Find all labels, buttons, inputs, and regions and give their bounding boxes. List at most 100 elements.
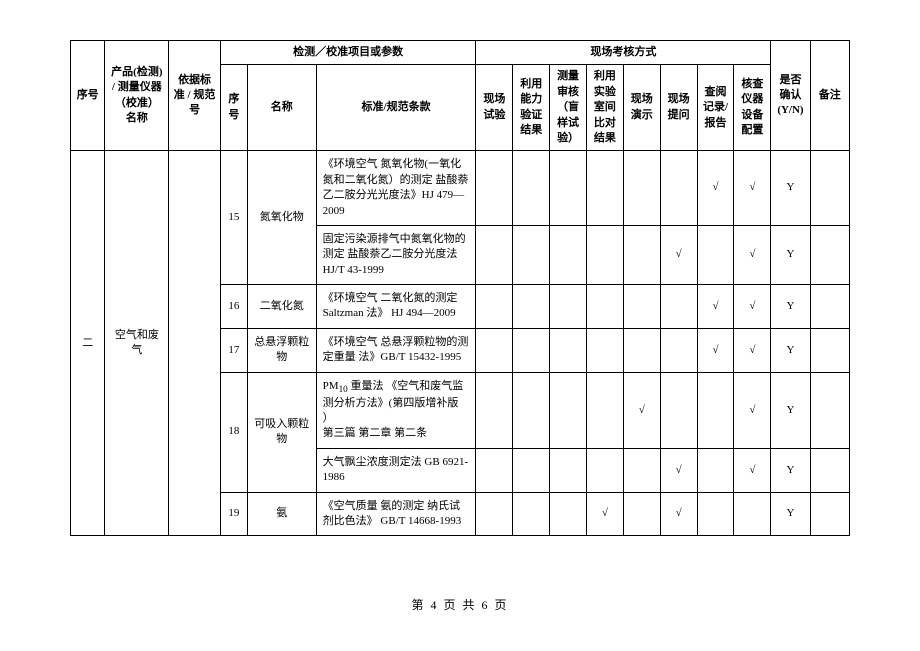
- cell-m4: [587, 448, 624, 492]
- cell-standard: PM10 重量法 《空气和废气监测分析方法》(第四版增补版 ）第三篇 第二章 第…: [316, 372, 476, 448]
- cell-m5: [623, 225, 660, 284]
- section-basis: [169, 151, 221, 536]
- hdr-m2: 利用能力验证结果: [513, 65, 550, 151]
- hdr-confirm: 是否确认 (Y/N): [771, 41, 810, 151]
- cell-m3: [550, 151, 587, 226]
- hdr-standard: 标准/规范条款: [316, 65, 476, 151]
- cell-name: 氮氧化物: [247, 151, 316, 285]
- cell-subseq: 16: [220, 285, 247, 329]
- cell-m4: [587, 225, 624, 284]
- cell-m8: √: [734, 285, 771, 329]
- cell-subseq: 18: [220, 372, 247, 492]
- section-product: 空气和废气: [105, 151, 169, 536]
- cell-m3: [550, 285, 587, 329]
- hdr-product: 产品(检测) / 测量仪器（校准）名称: [105, 41, 169, 151]
- cell-remark: [810, 285, 849, 329]
- hdr-name: 名称: [247, 65, 316, 151]
- cell-name: 总悬浮颗粒物: [247, 328, 316, 372]
- cell-m7: [697, 448, 734, 492]
- hdr-m3: 测量审核（盲样试验）: [550, 65, 587, 151]
- cell-confirm: Y: [771, 285, 810, 329]
- cell-remark: [810, 328, 849, 372]
- cell-confirm: Y: [771, 448, 810, 492]
- cell-m8: √: [734, 448, 771, 492]
- cell-m8: √: [734, 328, 771, 372]
- cell-remark: [810, 372, 849, 448]
- cell-confirm: Y: [771, 328, 810, 372]
- cell-m6: [660, 151, 697, 226]
- hdr-m6: 现场提问: [660, 65, 697, 151]
- cell-subseq: 17: [220, 328, 247, 372]
- cell-remark: [810, 492, 849, 536]
- cell-m2: [513, 151, 550, 226]
- cell-m3: [550, 225, 587, 284]
- header-row-1: 序号 产品(检测) / 测量仪器（校准）名称 依据标准 / 规范号 检测／校准项…: [71, 41, 850, 65]
- cell-m1: [476, 492, 513, 536]
- cell-standard: 固定污染源排气中氮氧化物的测定 盐酸萘乙二胺分光度法 HJ/T 43-1999: [316, 225, 476, 284]
- cell-m4: [587, 151, 624, 226]
- cell-confirm: Y: [771, 372, 810, 448]
- hdr-subseq: 序号: [220, 65, 247, 151]
- cell-m8: √: [734, 372, 771, 448]
- cell-m2: [513, 492, 550, 536]
- cell-m1: [476, 285, 513, 329]
- cell-m5: √: [623, 372, 660, 448]
- cell-m6: √: [660, 225, 697, 284]
- cell-standard: 《环境空气 氮氧化物(一氧化氮和二氧化氮）的测定 盐酸萘乙二胺分光光度法》HJ …: [316, 151, 476, 226]
- cell-m6: [660, 285, 697, 329]
- cell-m2: [513, 372, 550, 448]
- hdr-m5: 现场演示: [623, 65, 660, 151]
- cell-confirm: Y: [771, 492, 810, 536]
- cell-name: 可吸入颗粒物: [247, 372, 316, 492]
- cell-remark: [810, 151, 849, 226]
- cell-m1: [476, 225, 513, 284]
- table-body: 二空气和废气15氮氧化物《环境空气 氮氧化物(一氧化氮和二氧化氮）的测定 盐酸萘…: [71, 151, 850, 536]
- cell-m7: √: [697, 328, 734, 372]
- cell-m6: √: [660, 448, 697, 492]
- cell-m7: [697, 492, 734, 536]
- cell-subseq: 19: [220, 492, 247, 536]
- cell-standard: 大气飘尘浓度测定法 GB 6921-1986: [316, 448, 476, 492]
- cell-m5: [623, 492, 660, 536]
- hdr-m8: 核查仪器设备配置: [734, 65, 771, 151]
- cell-m3: [550, 328, 587, 372]
- page-footer: 第 4 页 共 6 页: [70, 596, 850, 613]
- table-row: 二空气和废气15氮氧化物《环境空气 氮氧化物(一氧化氮和二氧化氮）的测定 盐酸萘…: [71, 151, 850, 226]
- cell-m5: [623, 328, 660, 372]
- cell-m4: [587, 285, 624, 329]
- cell-m2: [513, 285, 550, 329]
- cell-m6: √: [660, 492, 697, 536]
- cell-m5: [623, 151, 660, 226]
- cell-m3: [550, 492, 587, 536]
- cell-m3: [550, 372, 587, 448]
- cell-m8: [734, 492, 771, 536]
- hdr-site-assess: 现场考核方式: [476, 41, 771, 65]
- cell-name: 氨: [247, 492, 316, 536]
- assessment-table: 序号 产品(检测) / 测量仪器（校准）名称 依据标准 / 规范号 检测／校准项…: [70, 40, 850, 536]
- cell-m3: [550, 448, 587, 492]
- cell-m7: [697, 372, 734, 448]
- cell-m6: [660, 372, 697, 448]
- cell-m2: [513, 448, 550, 492]
- cell-confirm: Y: [771, 151, 810, 226]
- cell-m1: [476, 328, 513, 372]
- cell-m8: √: [734, 151, 771, 226]
- cell-m8: √: [734, 225, 771, 284]
- cell-m2: [513, 328, 550, 372]
- cell-m1: [476, 448, 513, 492]
- cell-m7: [697, 225, 734, 284]
- cell-m2: [513, 225, 550, 284]
- hdr-remark: 备注: [810, 41, 849, 151]
- cell-m4: [587, 372, 624, 448]
- cell-standard: 《环境空气 二氧化氮的测定 Saltzman 法》 HJ 494—2009: [316, 285, 476, 329]
- cell-name: 二氧化氮: [247, 285, 316, 329]
- cell-standard: 《环境空气 总悬浮颗粒物的测定重量 法》GB/T 15432-1995: [316, 328, 476, 372]
- cell-m1: [476, 151, 513, 226]
- cell-confirm: Y: [771, 225, 810, 284]
- cell-m7: √: [697, 285, 734, 329]
- cell-remark: [810, 448, 849, 492]
- cell-remark: [810, 225, 849, 284]
- section-seq: 二: [71, 151, 105, 536]
- cell-m4: [587, 328, 624, 372]
- cell-m6: [660, 328, 697, 372]
